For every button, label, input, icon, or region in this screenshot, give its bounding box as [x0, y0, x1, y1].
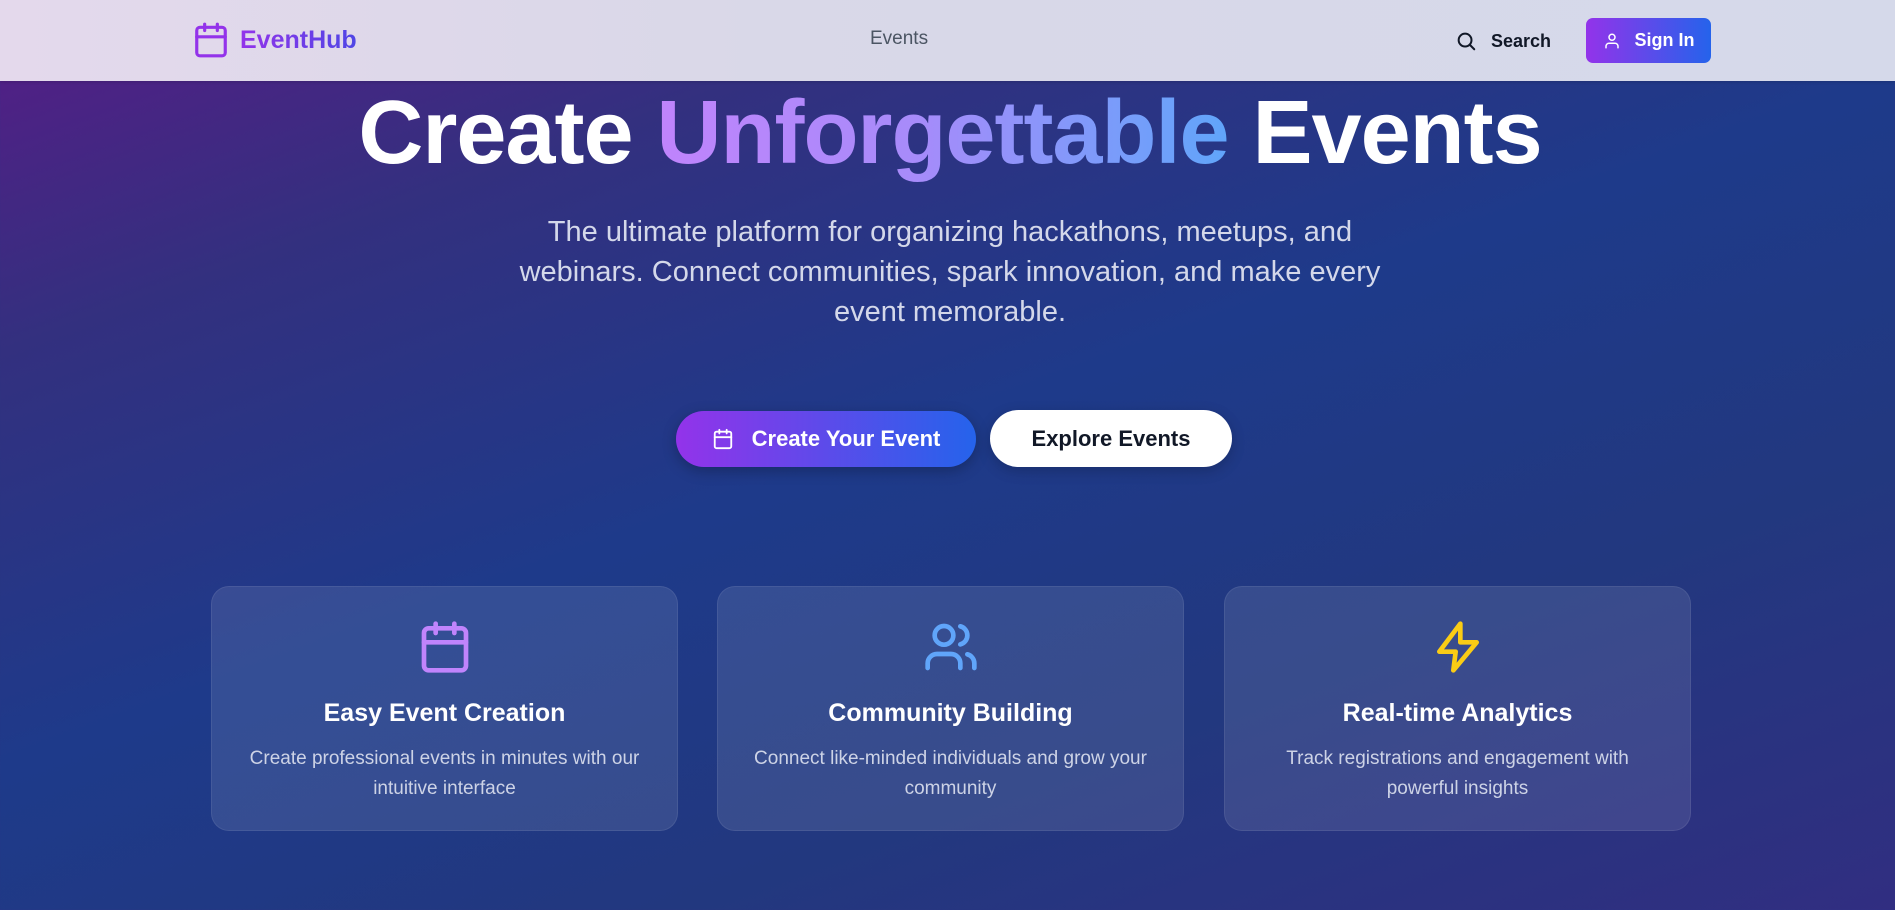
- feature-title: Real-time Analytics: [1342, 699, 1573, 727]
- calendar-icon: [195, 22, 227, 58]
- calendar-icon: [417, 619, 473, 675]
- feature-card-analytics: Real-time Analytics Track registrations …: [1224, 586, 1691, 831]
- brand-name: EventHub: [240, 25, 357, 54]
- search-icon: [1457, 32, 1476, 51]
- feature-card-community: Community Building Connect like-minded i…: [717, 586, 1184, 831]
- hero-subtitle: The ultimate platform for organizing hac…: [519, 216, 1381, 328]
- create-event-label: Create Your Event: [751, 426, 941, 451]
- feature-description: Create professional events in minutes wi…: [249, 748, 640, 799]
- sign-in-button[interactable]: Sign In: [1586, 18, 1711, 63]
- feature-description: Connect like-minded individuals and grow…: [754, 748, 1147, 799]
- top-navbar: EventHub Events Search Sign In: [0, 0, 1895, 81]
- explore-events-button[interactable]: Explore Events: [990, 410, 1232, 467]
- calendar-icon: [713, 428, 732, 450]
- user-icon: [1604, 33, 1619, 48]
- sign-in-label: Sign In: [1634, 30, 1695, 50]
- feature-description: Track registrations and engagement with …: [1286, 748, 1629, 799]
- feature-title: Easy Event Creation: [323, 699, 566, 727]
- hero-title-tail: Events: [1228, 83, 1543, 183]
- create-event-button[interactable]: Create Your Event: [676, 411, 976, 467]
- hero-title: Create Unforgettable Events: [0, 78, 1895, 188]
- feature-title: Community Building: [828, 699, 1073, 727]
- search-button[interactable]: Search: [1455, 26, 1551, 56]
- brand-logo[interactable]: EventHub: [192, 20, 357, 60]
- hero-title-highlight: Unforgettable: [656, 83, 1230, 183]
- zap-icon: [1430, 619, 1486, 675]
- nav-link-events[interactable]: Events: [870, 28, 928, 50]
- users-icon: [923, 619, 979, 675]
- hero-title-lead: Create: [358, 83, 657, 183]
- feature-card-event-creation: Easy Event Creation Create professional …: [211, 586, 678, 831]
- explore-events-label: Explore Events: [1031, 425, 1191, 451]
- search-label: Search: [1491, 30, 1552, 51]
